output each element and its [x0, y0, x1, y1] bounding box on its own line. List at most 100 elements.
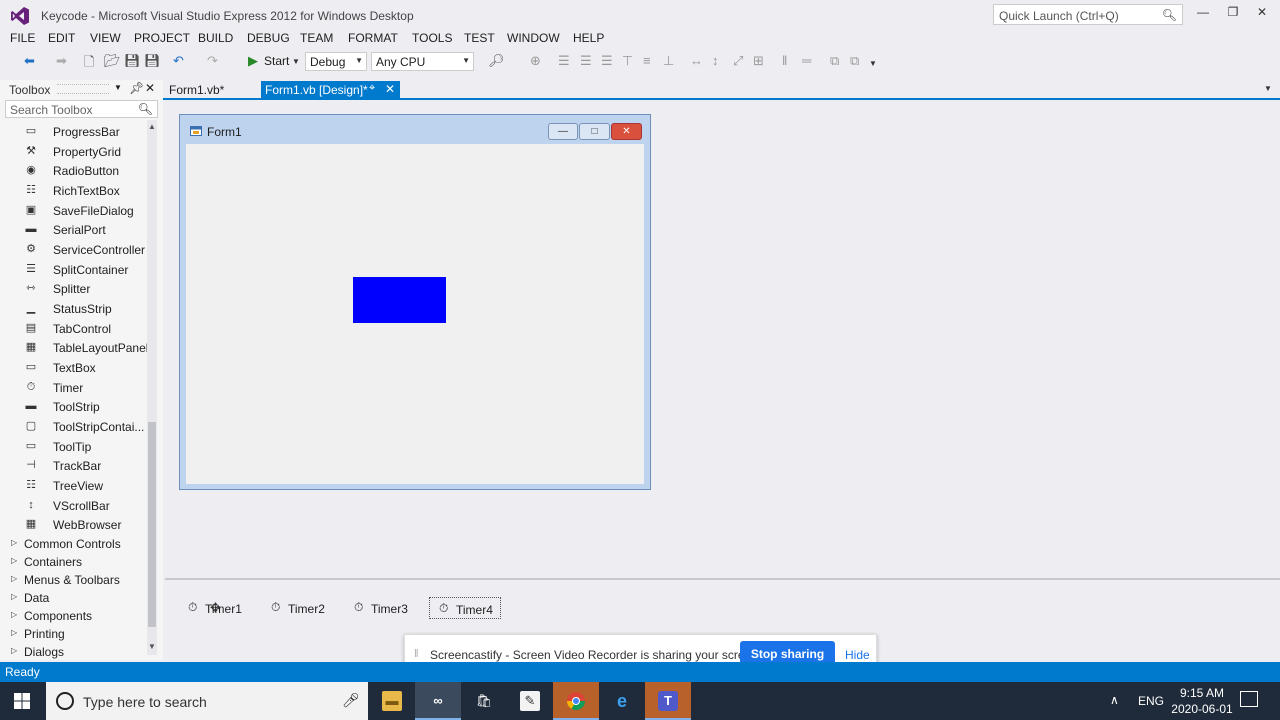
forward-icon[interactable]: ➡︎: [56, 53, 67, 69]
toolbox-item-tooltip[interactable]: ▭ ToolTip: [0, 437, 145, 456]
close-button[interactable]: ✕: [1252, 5, 1272, 23]
close-icon[interactable]: ✕: [145, 81, 155, 95]
make-same-height-icon[interactable]: ↕: [712, 53, 719, 68]
toolbox-item-vscrollbar[interactable]: ↕ VScrollBar: [0, 496, 145, 515]
toolbox-item-tablelayoutpanel[interactable]: ▦ TableLayoutPanel: [0, 338, 149, 357]
form-maximize-button[interactable]: □: [579, 123, 610, 140]
toolbox-group-common-controls[interactable]: ▷ Common Controls: [0, 535, 145, 553]
start-button[interactable]: [0, 682, 46, 720]
taskbar-edge[interactable]: e: [599, 682, 645, 720]
vertical-spacing-icon[interactable]: ═: [802, 53, 811, 68]
align-bottoms-icon[interactable]: ⊥: [663, 53, 674, 69]
toolbox-item-treeview[interactable]: ☷ TreeView: [0, 476, 145, 495]
menu-project[interactable]: PROJECT: [134, 31, 190, 45]
scroll-up-icon[interactable]: ▲: [148, 122, 156, 131]
start-button[interactable]: Start: [264, 54, 289, 68]
scrollbar-thumb[interactable]: [148, 422, 156, 627]
toolbox-item-tabcontrol[interactable]: ▤ TabControl: [0, 319, 145, 338]
toolbox-item-statusstrip[interactable]: ▁ StatusStrip: [0, 299, 145, 318]
taskbar-teams[interactable]: T: [645, 682, 691, 720]
toolbox-group-dialogs[interactable]: ▷ Dialogs: [0, 643, 145, 661]
toolbox-group-containers[interactable]: ▷ Containers: [0, 553, 145, 571]
menu-build[interactable]: BUILD: [198, 31, 233, 45]
align-rights-icon[interactable]: ☰: [601, 53, 613, 69]
toolbox-item-trackbar[interactable]: ⊣ TrackBar: [0, 456, 145, 475]
hide-button[interactable]: Hide: [845, 648, 870, 662]
menu-team[interactable]: TEAM: [300, 31, 333, 45]
align-tops-icon[interactable]: ⊤: [622, 53, 633, 69]
menu-test[interactable]: TEST: [464, 31, 495, 45]
minimize-button[interactable]: —: [1193, 5, 1213, 23]
make-same-width-icon[interactable]: ↔: [690, 53, 703, 68]
undo-icon[interactable]: ↶: [173, 53, 184, 69]
language-indicator[interactable]: ENG: [1138, 694, 1164, 708]
clock-time[interactable]: 9:15 AM: [1172, 686, 1232, 700]
form-minimize-button[interactable]: —: [548, 123, 578, 140]
platform-select[interactable]: Any CPU ▼: [371, 52, 474, 71]
toolbox-grip[interactable]: [57, 84, 109, 94]
toolbox-group-printing[interactable]: ▷ Printing: [0, 625, 145, 643]
toolbar-overflow-icon[interactable]: ▼: [869, 59, 877, 68]
menu-help[interactable]: HELP: [573, 31, 604, 45]
configuration-select[interactable]: Debug ▼: [305, 52, 367, 71]
quick-launch-input[interactable]: Quick Launch (Ctrl+Q) 🔍︎: [993, 4, 1183, 25]
taskbar-chrome[interactable]: [553, 682, 599, 720]
start-dropdown-icon[interactable]: ▼: [292, 57, 300, 66]
menu-view[interactable]: VIEW: [90, 31, 121, 45]
align-middles-icon[interactable]: ≡: [643, 53, 651, 68]
align-lefts-icon[interactable]: ☰: [558, 53, 570, 69]
align-centers-icon[interactable]: ☰: [580, 53, 592, 69]
toolbox-scrollbar[interactable]: ▲ ▼: [147, 120, 157, 655]
menu-format[interactable]: FORMAT: [348, 31, 398, 45]
make-same-size-icon[interactable]: ⤢: [733, 53, 743, 69]
blue-panel[interactable]: [353, 277, 446, 323]
taskbar-store[interactable]: 🛍︎: [461, 682, 507, 720]
toolbox-item-savefiledialog[interactable]: ▣ SaveFileDialog: [0, 201, 145, 220]
start-icon[interactable]: ▶: [248, 53, 258, 69]
scroll-down-icon[interactable]: ▼: [148, 642, 156, 651]
toolbox-item-toolstrip[interactable]: ▬ ToolStrip: [0, 397, 145, 416]
toolbox-group-components[interactable]: ▷ Components: [0, 607, 145, 625]
back-icon[interactable]: ⬅︎: [24, 53, 35, 69]
pin-icon[interactable]: 📌︎: [129, 81, 144, 95]
align-to-grid-icon[interactable]: ⊕: [530, 53, 541, 69]
toolbox-item-timer[interactable]: ⏱︎ Timer: [0, 378, 145, 397]
toolbox-item-radiobutton[interactable]: ◉ RadioButton: [0, 161, 145, 180]
toolbox-item-propertygrid[interactable]: ⚒ PropertyGrid: [0, 142, 145, 161]
menu-tools[interactable]: TOOLS: [412, 31, 452, 45]
toolbox-item-splitter[interactable]: ⇿ Splitter: [0, 279, 145, 298]
redo-icon[interactable]: ↷: [207, 53, 218, 69]
clock-date[interactable]: 2020-06-01: [1166, 702, 1238, 716]
taskbar-visual-studio[interactable]: ∞: [415, 682, 461, 720]
chevron-up-icon[interactable]: ∧: [1110, 693, 1119, 707]
tab-form1-design[interactable]: Form1.vb [Design]* ⌖ ✕: [261, 81, 400, 98]
toolbox-item-webbrowser[interactable]: ▦ WebBrowser: [0, 515, 145, 534]
save-icon[interactable]: 💾︎: [124, 53, 141, 69]
new-project-icon[interactable]: 🗋︎: [84, 53, 94, 75]
component-timer4-selected[interactable]: ⏱︎ Timer4: [429, 597, 501, 619]
toolbox-search-input[interactable]: Search Toolbox 🔍︎: [5, 100, 158, 118]
toolbox-item-richtextbox[interactable]: ☷ RichTextBox: [0, 181, 145, 200]
taskbar-file-explorer[interactable]: ▬: [369, 682, 415, 720]
send-to-back-icon[interactable]: ⧉: [850, 53, 859, 69]
size-to-grid-icon[interactable]: ⊞: [753, 53, 764, 69]
toolbox-item-serialport[interactable]: ▬ SerialPort: [0, 220, 145, 239]
component-timer2[interactable]: ⏱︎ Timer2: [271, 597, 331, 619]
taskbar-notes-app[interactable]: ✎: [507, 682, 553, 720]
toolbox-item-servicecontroller[interactable]: ⚙ ServiceController: [0, 240, 145, 259]
component-timer3[interactable]: ⏱︎ Timer3: [354, 597, 414, 619]
form-close-button[interactable]: ✕: [611, 123, 642, 140]
menu-window[interactable]: WINDOW: [507, 31, 560, 45]
close-icon[interactable]: ✕: [385, 82, 395, 96]
menu-file[interactable]: FILE: [10, 31, 35, 45]
save-all-icon[interactable]: 💾︎: [144, 53, 161, 69]
action-center-icon[interactable]: [1240, 691, 1258, 707]
open-file-icon[interactable]: 📂︎: [104, 53, 121, 69]
toolbox-item-splitcontainer[interactable]: ☰ SplitContainer: [0, 260, 145, 279]
horizontal-spacing-icon[interactable]: ‖: [782, 53, 787, 68]
tab-form1-vb[interactable]: Form1.vb*: [165, 81, 257, 98]
toolbox-group-data[interactable]: ▷ Data: [0, 589, 145, 607]
chevron-down-icon[interactable]: ▼: [114, 83, 122, 92]
toolbox-item-toolstripcontainer[interactable]: ▢ ToolStripContai...: [0, 417, 145, 436]
pin-icon[interactable]: ⌖: [369, 82, 375, 95]
